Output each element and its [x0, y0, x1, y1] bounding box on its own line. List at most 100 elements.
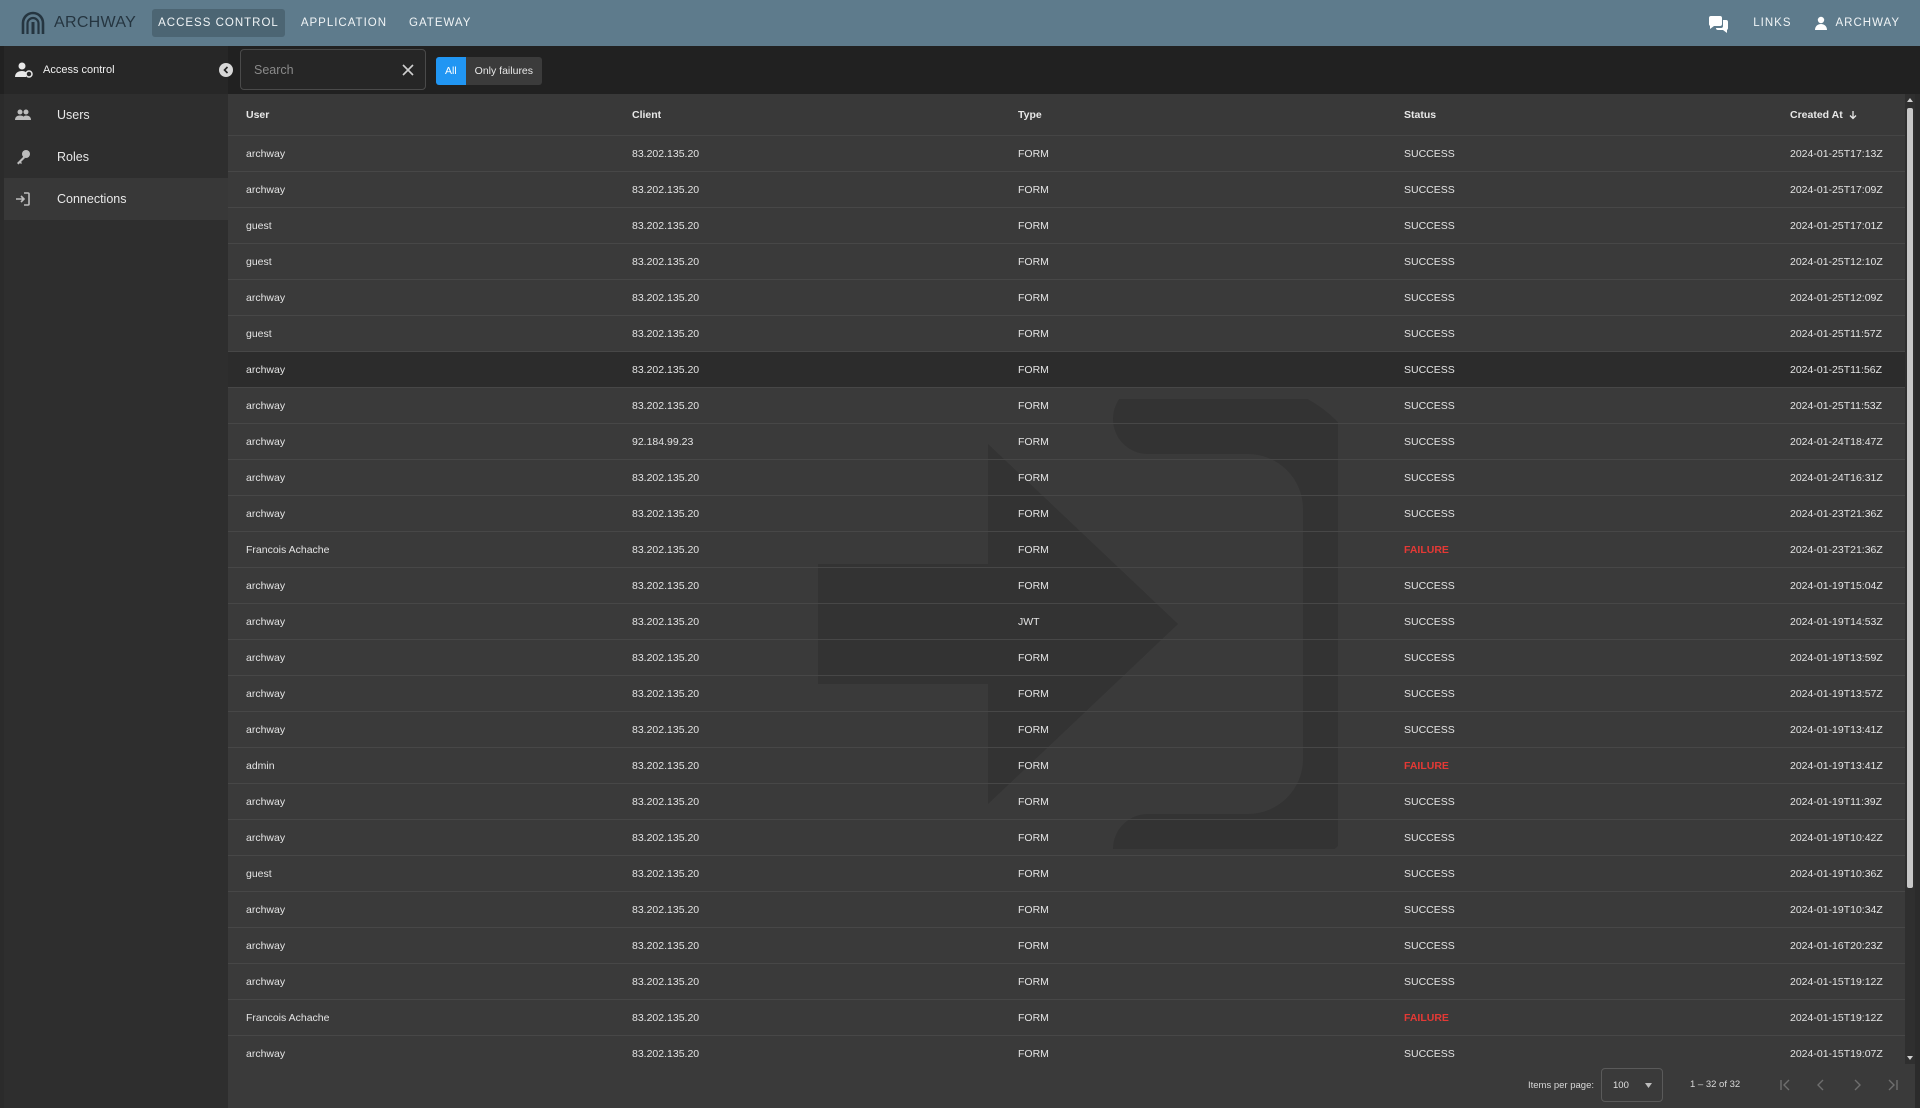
cell-created-at: 2024-01-16T20:23Z: [1790, 940, 1883, 952]
table-row[interactable]: Francois Achache 83.202.135.20 FORM FAILURE…: [228, 532, 1905, 568]
cell-user: archway: [246, 976, 286, 988]
cell-status: SUCCESS: [1404, 436, 1455, 448]
table-row[interactable]: guest 83.202.135.20 FORM SUCCESS 2024-01-25T…: [228, 316, 1905, 352]
table-row[interactable]: archway 83.202.135.20 FORM SUCCESS 2024-01-2…: [228, 460, 1905, 496]
cell-status: SUCCESS: [1404, 868, 1455, 880]
table-row[interactable]: archway 83.202.135.20 FORM SUCCESS 2024-01-2…: [228, 136, 1905, 172]
links-menu[interactable]: LINKS: [1753, 17, 1791, 29]
column-header-status[interactable]: Status: [1404, 109, 1436, 121]
sidebar-item-users[interactable]: Users: [4, 94, 228, 136]
cell-type: FORM: [1018, 328, 1049, 340]
filter-failures-button[interactable]: Only failures: [466, 57, 542, 85]
cell-user: guest: [246, 328, 272, 340]
scroll-up-icon[interactable]: [1906, 96, 1914, 104]
cell-client: 83.202.135.20: [632, 868, 700, 880]
cell-user: archway: [246, 580, 286, 592]
scrollbar[interactable]: [1905, 94, 1915, 1064]
cell-client: 83.202.135.20: [632, 148, 700, 160]
sidebar-item-label: Connections: [57, 192, 127, 206]
scroll-down-icon[interactable]: [1906, 1054, 1914, 1062]
cell-client: 83.202.135.20: [632, 760, 700, 772]
login-icon: [16, 192, 30, 206]
table-row[interactable]: archway 83.202.135.20 FORM SUCCESS 2024-01-1…: [228, 892, 1905, 928]
table-row[interactable]: archway 83.202.135.20 FORM SUCCESS 2024-01-2…: [228, 352, 1905, 388]
cell-created-at: 2024-01-19T10:42Z: [1790, 832, 1883, 844]
cell-status: SUCCESS: [1404, 400, 1455, 412]
page-range: 1 – 32 of 32: [1690, 1079, 1741, 1090]
previous-page-icon[interactable]: [1814, 1078, 1828, 1092]
table-row[interactable]: archway 83.202.135.20 FORM SUCCESS 2024-01-1…: [228, 1036, 1905, 1064]
table-row[interactable]: guest 83.202.135.20 FORM SUCCESS 2024-01-25T…: [228, 208, 1905, 244]
cell-user: archway: [246, 652, 286, 664]
table-row[interactable]: archway 83.202.135.20 FORM SUCCESS 2024-01-1…: [228, 568, 1905, 604]
person-icon: [1814, 16, 1827, 30]
cell-client: 83.202.135.20: [632, 1048, 700, 1060]
column-header-client[interactable]: Client: [632, 109, 661, 121]
cell-client: 83.202.135.20: [632, 364, 700, 376]
sidebar-item-roles[interactable]: Roles: [4, 136, 228, 178]
table-row[interactable]: guest 83.202.135.20 FORM SUCCESS 2024-01-19T…: [228, 856, 1905, 892]
cell-created-at: 2024-01-24T16:31Z: [1790, 472, 1883, 484]
cell-status: SUCCESS: [1404, 652, 1455, 664]
table-row[interactable]: archway 83.202.135.20 FORM SUCCESS 2024-01-1…: [228, 784, 1905, 820]
table-row[interactable]: archway 83.202.135.20 FORM SUCCESS 2024-01-2…: [228, 280, 1905, 316]
cell-created-at: 2024-01-23T21:36Z: [1790, 508, 1883, 520]
brand[interactable]: ARCHWAY: [20, 10, 136, 36]
cell-created-at: 2024-01-24T18:47Z: [1790, 436, 1883, 448]
next-page-icon[interactable]: [1850, 1078, 1864, 1092]
page-size-select[interactable]: 100: [1601, 1068, 1663, 1102]
first-page-icon[interactable]: [1778, 1078, 1792, 1092]
search-input[interactable]: [252, 61, 396, 78]
chat-icon[interactable]: [1707, 12, 1729, 34]
toolbar: Access control All Only failures: [0, 46, 1920, 94]
table-row[interactable]: archway 83.202.135.20 FORM SUCCESS 2024-01-2…: [228, 172, 1905, 208]
close-icon[interactable]: [401, 63, 415, 77]
table-row[interactable]: archway 83.202.135.20 FORM SUCCESS 2024-01-1…: [228, 640, 1905, 676]
filter-all-button[interactable]: All: [436, 57, 466, 85]
cell-created-at: 2024-01-15T19:12Z: [1790, 976, 1883, 988]
sidebar-item-connections[interactable]: Connections: [4, 178, 228, 220]
cell-user: archway: [246, 292, 286, 304]
collapse-sidenav-button[interactable]: [219, 63, 233, 77]
cell-type: JWT: [1018, 616, 1040, 628]
nav-access-control[interactable]: ACCESS CONTROL: [152, 9, 285, 37]
cell-created-at: 2024-01-19T11:39Z: [1790, 796, 1883, 808]
search-field[interactable]: [240, 49, 426, 90]
cell-status: SUCCESS: [1404, 580, 1455, 592]
table-row[interactable]: archway 83.202.135.20 FORM SUCCESS 2024-01-1…: [228, 820, 1905, 856]
table-row[interactable]: admin 83.202.135.20 FORM FAILURE 2024-01-19T…: [228, 748, 1905, 784]
column-header-user[interactable]: User: [246, 109, 269, 121]
cell-status: FAILURE: [1404, 760, 1449, 772]
cell-status: SUCCESS: [1404, 328, 1455, 340]
scrollbar-thumb[interactable]: [1907, 108, 1913, 888]
table-row[interactable]: archway 83.202.135.20 FORM SUCCESS 2024-01-1…: [228, 928, 1905, 964]
table-row[interactable]: archway 83.202.135.20 FORM SUCCESS 2024-01-1…: [228, 964, 1905, 1000]
table-body: archway 83.202.135.20 FORM SUCCESS 2024-01-2…: [228, 136, 1905, 1064]
cell-user: guest: [246, 256, 272, 268]
column-header-type[interactable]: Type: [1018, 109, 1042, 121]
table-row[interactable]: archway 83.202.135.20 FORM SUCCESS 2024-01-1…: [228, 676, 1905, 712]
cell-type: FORM: [1018, 652, 1049, 664]
user-menu[interactable]: ARCHWAY: [1814, 16, 1901, 30]
table-row[interactable]: archway 83.202.135.20 JWT SUCCESS 2024-01-19…: [228, 604, 1905, 640]
last-page-icon[interactable]: [1886, 1078, 1900, 1092]
nav-gateway[interactable]: GATEWAY: [403, 9, 477, 37]
nav-application[interactable]: APPLICATION: [295, 9, 393, 37]
cell-created-at: 2024-01-25T17:09Z: [1790, 184, 1883, 196]
table-row[interactable]: Francois Achache 83.202.135.20 FORM FAILURE…: [228, 1000, 1905, 1036]
table-row[interactable]: guest 83.202.135.20 FORM SUCCESS 2024-01-25T…: [228, 244, 1905, 280]
cell-user: guest: [246, 868, 272, 880]
cell-type: FORM: [1018, 868, 1049, 880]
column-header-created-at[interactable]: Created At: [1790, 109, 1858, 121]
table-row[interactable]: archway 83.202.135.20 FORM SUCCESS 2024-01-2…: [228, 388, 1905, 424]
cell-status: SUCCESS: [1404, 256, 1455, 268]
cell-status: SUCCESS: [1404, 940, 1455, 952]
cell-created-at: 2024-01-19T13:41Z: [1790, 724, 1883, 736]
cell-client: 83.202.135.20: [632, 940, 700, 952]
table-row[interactable]: archway 83.202.135.20 FORM SUCCESS 2024-01-1…: [228, 712, 1905, 748]
page-size-value: 100: [1613, 1080, 1629, 1091]
table-row[interactable]: archway 92.184.99.23 FORM SUCCESS 2024-01-24…: [228, 424, 1905, 460]
sidenav-title: Access control: [43, 64, 115, 76]
table-row[interactable]: archway 83.202.135.20 FORM SUCCESS 2024-01-2…: [228, 496, 1905, 532]
cell-user: archway: [246, 796, 286, 808]
